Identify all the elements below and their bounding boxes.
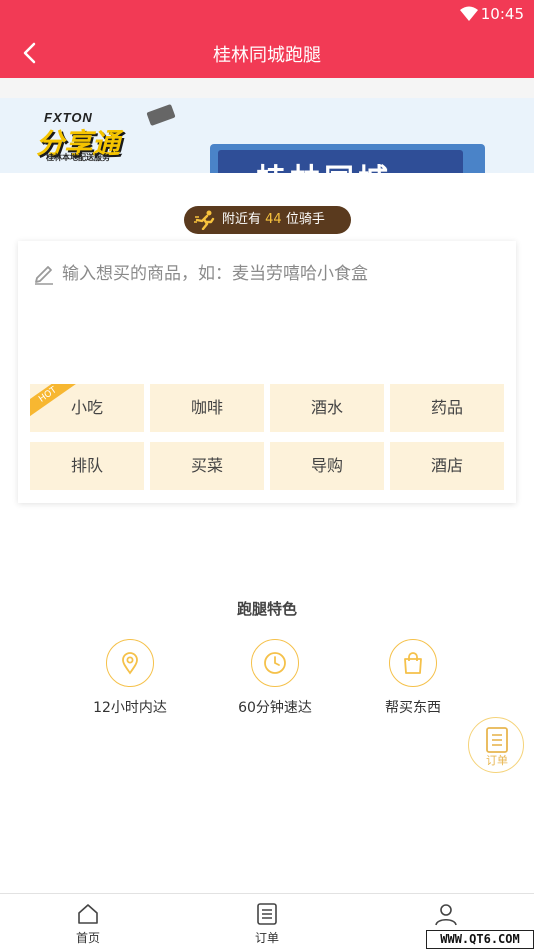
page-title: 桂林同城跑腿 bbox=[213, 45, 321, 66]
promo-banner[interactable]: FXTON 分享通 桂林本地配送服务 桂林同城 bbox=[0, 98, 534, 173]
category-drinks[interactable]: 酒水 bbox=[270, 384, 384, 432]
category-shopping-guide[interactable]: 导购 bbox=[270, 442, 384, 490]
shopping-bag-icon bbox=[404, 652, 422, 674]
order-document-icon bbox=[486, 727, 508, 753]
wifi-icon bbox=[460, 6, 478, 21]
nearby-riders-badge: 附近有 44 位骑手 bbox=[184, 206, 351, 234]
tab-orders[interactable]: 订单 bbox=[217, 894, 317, 949]
tab-orders-label: 订单 bbox=[254, 931, 279, 945]
pencil-icon bbox=[35, 266, 53, 285]
logo-decoration bbox=[146, 103, 176, 127]
logo-tagline: 桂林本地配送服务 bbox=[46, 153, 110, 162]
feature-label-buy: 帮买东西 bbox=[385, 700, 441, 716]
tab-home-label: 首页 bbox=[75, 931, 100, 945]
home-icon bbox=[78, 904, 98, 924]
brand-logo: FXTON 分享通 桂林本地配送服务 bbox=[30, 103, 176, 168]
clock-icon bbox=[264, 652, 286, 674]
feature-60min bbox=[251, 639, 299, 687]
feature-fast-delivery bbox=[106, 639, 154, 687]
runner-icon bbox=[194, 210, 215, 230]
riders-suffix: 位骑手 bbox=[285, 212, 325, 227]
banner-headline: 桂林同城 bbox=[256, 155, 392, 173]
banner-headline-card: 桂林同城 bbox=[210, 144, 485, 173]
site-watermark: WWW.QT6.COM bbox=[426, 930, 534, 949]
category-groceries[interactable]: 买菜 bbox=[150, 442, 264, 490]
location-pin-icon bbox=[122, 652, 138, 675]
order-input-card: HOT 小吃 咖啡 酒水 药品 排队 买菜 导购 酒店 bbox=[18, 241, 516, 503]
category-medicine[interactable]: 药品 bbox=[390, 384, 504, 432]
app-bar: 桂林同城跑腿 bbox=[0, 28, 534, 78]
tab-home[interactable]: 首页 bbox=[38, 894, 138, 949]
feature-label-60min: 60分钟速达 bbox=[238, 700, 312, 716]
category-coffee[interactable]: 咖啡 bbox=[150, 384, 264, 432]
feature-label-12h: 12小时内达 bbox=[93, 700, 167, 716]
floating-order-button[interactable]: 订单 bbox=[468, 717, 524, 773]
riders-prefix: 附近有 bbox=[222, 212, 262, 227]
floating-order-label: 订单 bbox=[486, 754, 508, 767]
category-queue[interactable]: 排队 bbox=[30, 442, 144, 490]
riders-count: 44 bbox=[265, 212, 282, 227]
status-time: 10:45 bbox=[480, 5, 524, 23]
category-hotel[interactable]: 酒店 bbox=[390, 442, 504, 490]
product-search-input[interactable] bbox=[62, 259, 492, 289]
features-title: 跑腿特色 bbox=[236, 600, 297, 618]
feature-buy-for-me bbox=[389, 639, 437, 687]
order-list-icon bbox=[257, 903, 277, 925]
status-bar: 10:45 bbox=[0, 0, 534, 28]
category-snacks[interactable]: HOT 小吃 bbox=[30, 384, 144, 432]
user-icon bbox=[435, 904, 457, 926]
